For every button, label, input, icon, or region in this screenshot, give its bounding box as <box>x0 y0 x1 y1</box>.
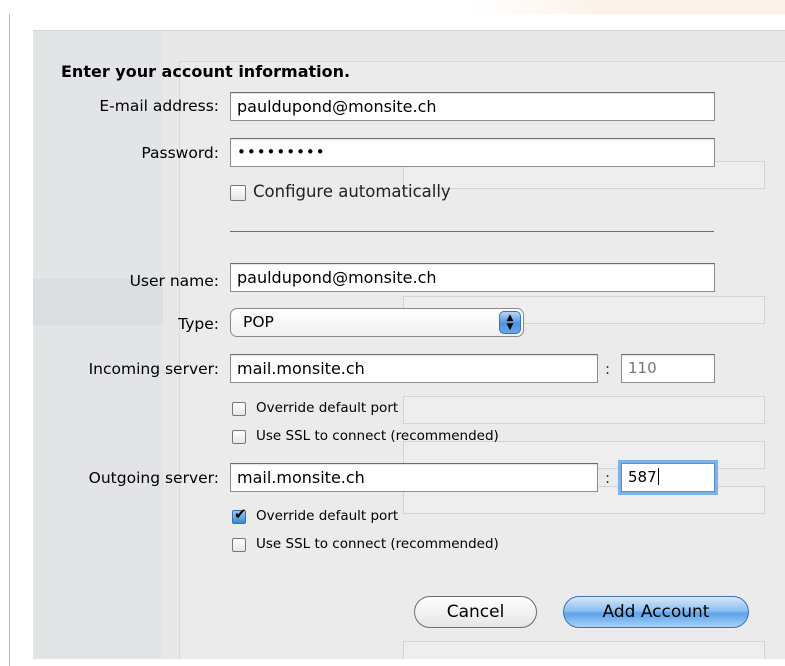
section-heading: Enter your account information. <box>61 62 351 81</box>
ghost-field <box>403 396 765 424</box>
incoming-override-port-checkbox[interactable] <box>232 402 246 416</box>
incoming-use-ssl-checkbox[interactable] <box>232 430 246 444</box>
outgoing-override-port-label: Override default port <box>256 508 399 524</box>
incoming-server-label: Incoming server: <box>88 360 219 378</box>
window-edge <box>9 14 10 666</box>
password-field[interactable]: ••••••••• <box>230 138 715 167</box>
screenshot-frame: Enter your account information. E-mail a… <box>0 0 785 666</box>
section-divider <box>230 231 714 232</box>
outgoing-use-ssl-label: Use SSL to connect (recommended) <box>256 536 499 552</box>
email-label: E-mail address: <box>99 97 219 115</box>
configure-automatically-label: Configure automatically <box>253 182 451 201</box>
password-label: Password: <box>141 144 219 162</box>
type-label: Type: <box>178 315 219 333</box>
incoming-override-port-label: Override default port <box>256 400 399 416</box>
outgoing-port-value: 587 <box>628 468 657 486</box>
ghost-sidebar <box>33 31 163 659</box>
account-setup-sheet: Enter your account information. E-mail a… <box>33 30 785 659</box>
outgoing-server-label: Outgoing server: <box>88 469 219 487</box>
configure-automatically-checkbox[interactable] <box>230 185 246 201</box>
incoming-port-field[interactable]: 110 <box>621 354 715 383</box>
account-type-select[interactable]: POP ▲ ▼ <box>230 308 524 337</box>
text-cursor <box>657 468 659 485</box>
background-window-ghost <box>33 31 785 659</box>
outgoing-port-separator: : <box>605 469 611 487</box>
incoming-use-ssl-label: Use SSL to connect (recommended) <box>256 428 499 444</box>
account-type-value: POP <box>243 313 274 331</box>
checkmark-icon: ✔ <box>234 505 247 523</box>
incoming-server-field[interactable]: mail.monsite.ch <box>230 354 598 383</box>
add-account-button[interactable]: Add Account <box>563 596 749 628</box>
outgoing-port-field[interactable]: 587 <box>621 463 715 492</box>
ghost-field <box>403 641 765 659</box>
select-stepper-icon: ▲ ▼ <box>499 311 521 334</box>
outgoing-server-field[interactable]: mail.monsite.ch <box>230 463 598 492</box>
incoming-port-separator: : <box>605 360 611 378</box>
outgoing-override-port-checkbox[interactable]: ✔ <box>232 505 247 524</box>
cancel-button[interactable]: Cancel <box>414 596 537 628</box>
email-field[interactable]: pauldupond@monsite.ch <box>230 92 715 121</box>
username-field[interactable]: pauldupond@monsite.ch <box>230 263 715 292</box>
username-label: User name: <box>129 272 219 290</box>
top-tint <box>470 0 785 14</box>
outgoing-use-ssl-checkbox[interactable] <box>232 538 246 552</box>
